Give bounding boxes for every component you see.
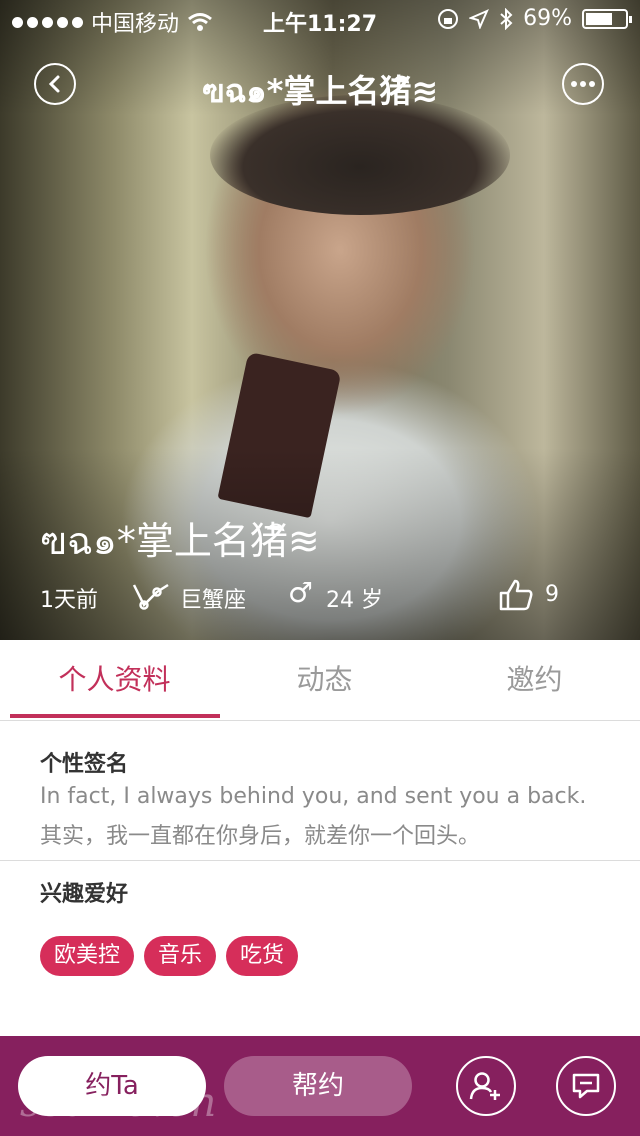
signature-line-zh: 其实，我一直都在你身后，就差你一个回头。 (40, 824, 481, 849)
interest-tag: 欧美控 (40, 936, 135, 976)
interest-tags: 欧美控 音乐 吃货 (40, 936, 299, 976)
location-icon (469, 8, 490, 29)
active-tab-indicator (10, 714, 220, 718)
zodiac-label: 巨蟹座 (180, 588, 247, 613)
gender-icon: ♂ (288, 576, 314, 609)
tab-invitations[interactable]: 邀约 (428, 640, 640, 720)
help-invite-button[interactable]: 帮约 (224, 1056, 412, 1116)
section-divider (0, 860, 640, 861)
page-title: ฃฉ๑*掌上名猪ิ≋ (201, 72, 439, 110)
chat-bubble-icon (572, 1073, 600, 1099)
add-friend-button[interactable] (456, 1056, 516, 1116)
battery-percent: 69% (523, 6, 572, 31)
status-bar: 中国移动 上午11:27 69% (0, 0, 640, 40)
profile-name: ฃฉ๑*掌上名猪ิ≋ (40, 519, 320, 563)
signature-line-en: In fact, I always behind you, and sent y… (40, 784, 587, 809)
profile-meta: 1天前 巨蟹座 ♂ 24 岁 9 (40, 576, 600, 618)
like-count: 9 (545, 582, 559, 607)
interests-title: 兴趣爱好 (40, 882, 129, 907)
interest-tag: 吃货 (226, 936, 299, 976)
rotation-lock-icon (438, 8, 459, 29)
more-dots-icon (571, 81, 595, 87)
last-active: 1天前 (40, 588, 98, 613)
interest-tag: 音乐 (144, 936, 217, 976)
thumbs-up-icon[interactable] (498, 578, 534, 612)
watermark: sstine.cn (20, 1080, 219, 1126)
chat-button[interactable] (556, 1056, 616, 1116)
profile-tabs: 个人资料 动态 邀约 (0, 640, 640, 721)
more-button[interactable] (562, 63, 604, 105)
tab-feed[interactable]: 动态 (218, 640, 431, 720)
zodiac-icon (132, 583, 169, 610)
age-label: 24 岁 (326, 588, 383, 613)
battery-icon (582, 8, 632, 29)
add-user-icon (469, 1072, 500, 1100)
bluetooth-icon (500, 7, 513, 30)
tab-profile[interactable]: 个人资料 (8, 640, 221, 720)
signature-title: 个性签名 (40, 752, 129, 777)
